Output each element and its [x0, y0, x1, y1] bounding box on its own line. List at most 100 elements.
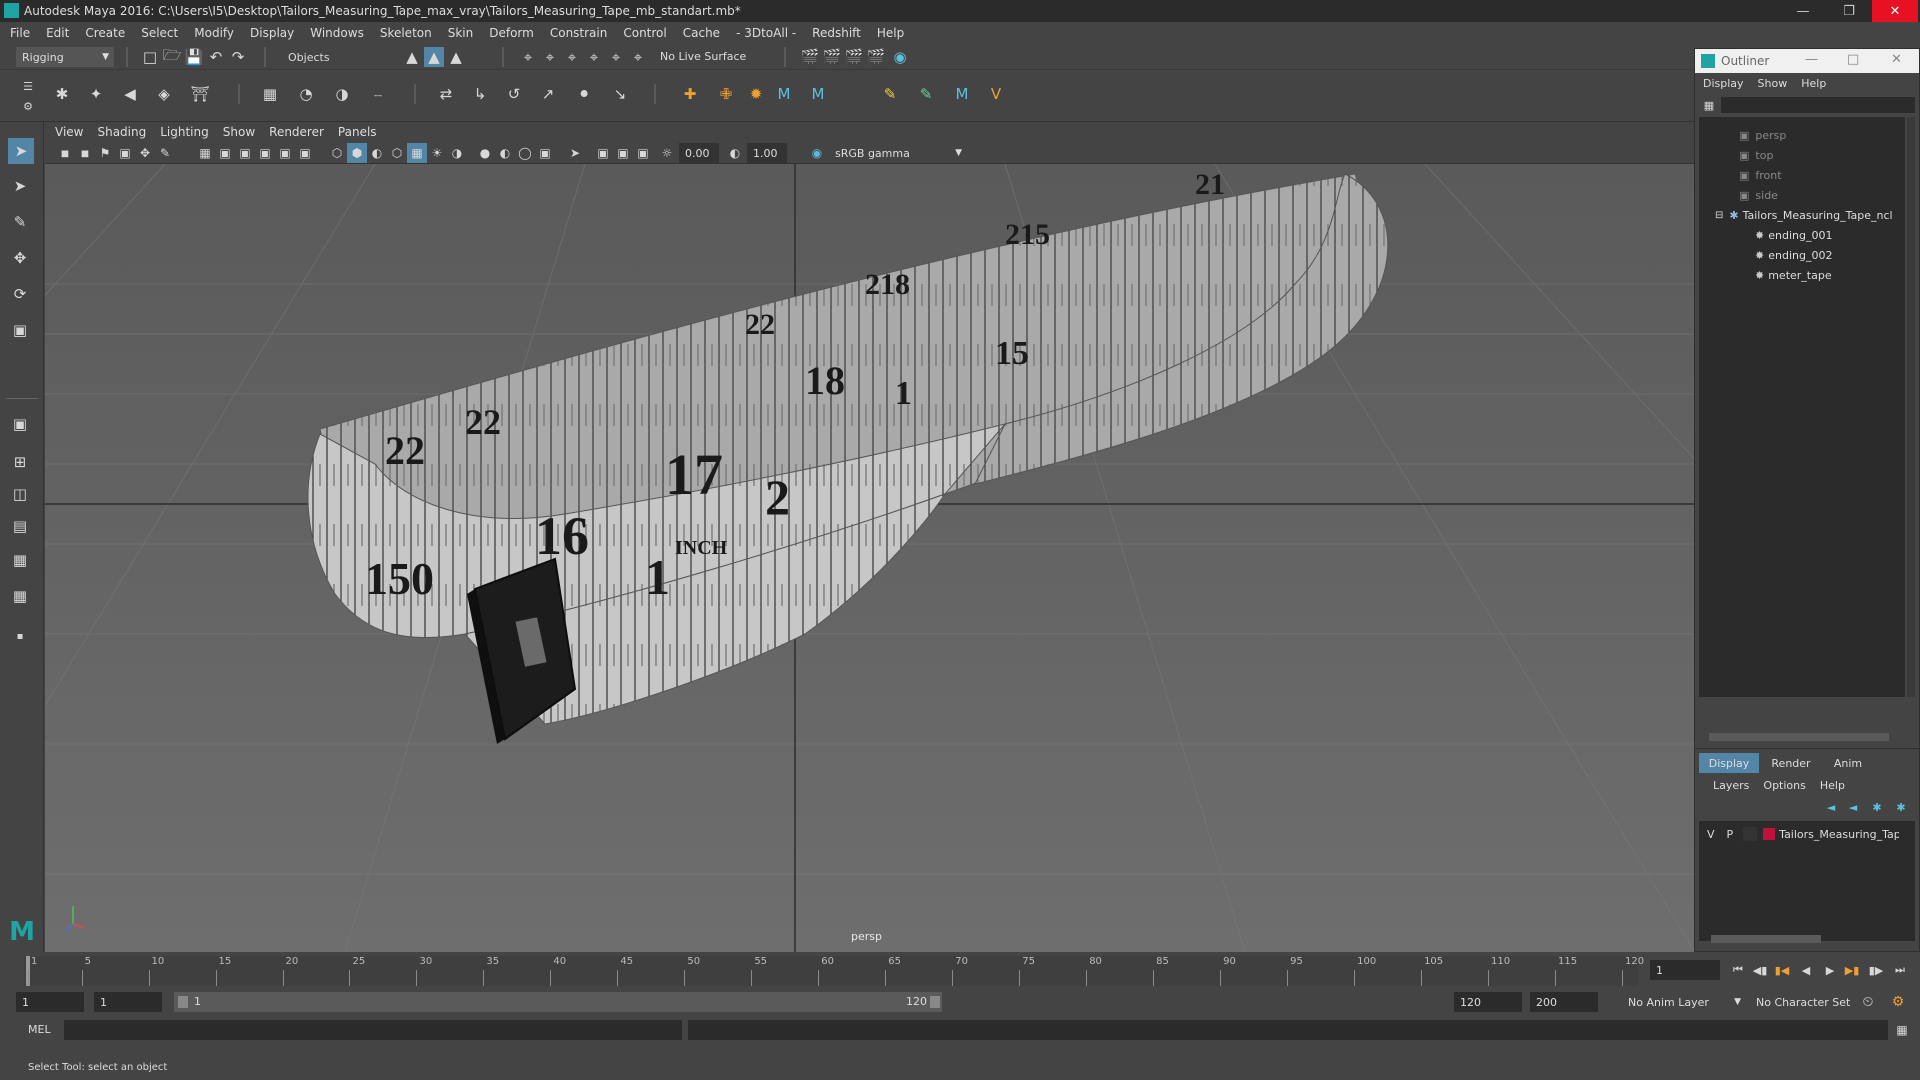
- outliner-menu-show[interactable]: Show: [1758, 77, 1788, 90]
- depth-of-field-icon[interactable]: ▣: [535, 143, 555, 163]
- rigid-bind-icon[interactable]: ⧿: [368, 84, 388, 104]
- layer-tab-display[interactable]: Display: [1699, 753, 1759, 773]
- hypershade-icon[interactable]: ◉: [890, 47, 910, 67]
- mesh-tool-icon[interactable]: M: [952, 84, 972, 104]
- xray-icon[interactable]: ▣: [593, 143, 613, 163]
- ik-spline-icon[interactable]: ◈: [154, 84, 174, 104]
- render-frame-icon[interactable]: 🎬: [822, 47, 842, 67]
- isolate-select-icon[interactable]: ➤: [565, 143, 585, 163]
- select-tool-icon[interactable]: ➤: [8, 138, 34, 164]
- command-input[interactable]: [64, 1020, 682, 1040]
- panel-menu-show[interactable]: Show: [223, 125, 255, 139]
- menu-deform[interactable]: Deform: [489, 26, 534, 40]
- bookmark-icon[interactable]: ⚑: [95, 143, 115, 163]
- undo-icon[interactable]: ↶: [206, 47, 226, 67]
- menu-file[interactable]: File: [10, 26, 30, 40]
- layer-tab-render[interactable]: Render: [1763, 753, 1819, 773]
- cluster-icon[interactable]: ↳: [470, 84, 490, 104]
- outliner-child-meter-tape[interactable]: ✸ meter_tape: [1755, 265, 1832, 285]
- layer-menu-help[interactable]: Help: [1820, 779, 1845, 792]
- move-layer-down-icon[interactable]: ◄: [1843, 797, 1863, 817]
- exposure-field[interactable]: 0.00: [679, 143, 719, 163]
- outliner-menu-help[interactable]: Help: [1801, 77, 1826, 90]
- step-forward-key-icon[interactable]: ▶▮: [1842, 960, 1862, 980]
- rotate-tool-icon[interactable]: ⟳: [10, 284, 30, 304]
- blend-shape-icon[interactable]: ✎: [880, 84, 900, 104]
- step-forward-frame-icon[interactable]: ▮▶: [1866, 960, 1886, 980]
- outliner-close-icon[interactable]: ✕: [1891, 52, 1902, 67]
- layer-menu-options[interactable]: Options: [1763, 779, 1805, 792]
- ambient-occlusion-icon[interactable]: ●: [475, 143, 495, 163]
- minimize-icon[interactable]: —: [1780, 0, 1826, 22]
- go-to-end-icon[interactable]: ⏭: [1890, 960, 1910, 980]
- panel-menu-panels[interactable]: Panels: [338, 125, 377, 139]
- playback-start-field[interactable]: 1: [94, 992, 162, 1012]
- menu-select[interactable]: Select: [141, 26, 178, 40]
- menu-set-dropdown[interactable]: Rigging ▼: [16, 47, 114, 67]
- restore-icon[interactable]: ❐: [1826, 0, 1872, 22]
- joint-tool-icon[interactable]: ✱: [52, 84, 72, 104]
- side-by-side-layout-icon[interactable]: ◫: [10, 484, 30, 504]
- insert-joint-icon[interactable]: ✦: [86, 84, 106, 104]
- outliner-search-input[interactable]: [1721, 97, 1915, 113]
- outliner-filter-icon[interactable]: ▦: [1699, 95, 1719, 115]
- select-object-icon[interactable]: ▲: [424, 47, 444, 67]
- motion-blur-icon[interactable]: ◐: [495, 143, 515, 163]
- layer-type-toggle[interactable]: [1743, 827, 1758, 841]
- grid-toggle-icon[interactable]: ▦: [195, 143, 215, 163]
- 2d-pan-zoom-icon[interactable]: ✥: [135, 143, 155, 163]
- paint-weights-icon[interactable]: ◔: [296, 84, 316, 104]
- open-scene-icon[interactable]: 🗁: [162, 46, 182, 67]
- range-slider-end-handle[interactable]: [930, 996, 940, 1008]
- lattice-icon[interactable]: ⇄: [436, 84, 456, 104]
- layer-visibility-toggle[interactable]: V: [1707, 828, 1715, 841]
- outliner-camera-top[interactable]: ▣ top: [1739, 145, 1773, 165]
- move-tool-icon[interactable]: ✥: [10, 248, 30, 268]
- layer-color-swatch[interactable]: [1763, 828, 1776, 840]
- panel-menu-lighting[interactable]: Lighting: [160, 125, 209, 139]
- pole-vector-icon[interactable]: M: [808, 84, 828, 104]
- range-slider-start-handle[interactable]: [178, 996, 188, 1008]
- view-transform-dropdown[interactable]: sRGB gamma ▼: [829, 143, 967, 163]
- range-slider-track[interactable]: 1 120: [174, 992, 942, 1012]
- perspective-viewport[interactable]: 150 22 16 17 22 22 218 215 21 2 1 INCH 1…: [45, 164, 1695, 952]
- panel-menu-renderer[interactable]: Renderer: [269, 125, 324, 139]
- humanik-icon[interactable]: ⛩: [190, 84, 210, 104]
- scale-tool-icon[interactable]: ▣: [10, 320, 30, 340]
- close-icon[interactable]: ✕: [1872, 0, 1918, 22]
- gate-mask-icon[interactable]: ▣: [255, 143, 275, 163]
- ipr-render-icon[interactable]: 🎬: [844, 47, 864, 67]
- outliner-camera-side[interactable]: ▣ side: [1739, 185, 1778, 205]
- persp-graph-layout-icon[interactable]: ▦: [10, 550, 30, 570]
- single-view-layout-icon[interactable]: ▣: [10, 414, 30, 434]
- selection-mode-dropdown[interactable]: Objects: [282, 47, 382, 67]
- outliner-child-ending-002[interactable]: ✸ ending_002: [1755, 245, 1832, 265]
- wire-icon[interactable]: ↗: [538, 84, 558, 104]
- outliner-minimize-icon[interactable]: —: [1805, 52, 1818, 67]
- anim-layer-dropdown[interactable]: No Anim Layer ▼: [1622, 992, 1746, 1012]
- time-slider[interactable]: 1 5 10 15 20 25 30 35 40 45 50 55 60 65 70 75 80 85 90 95 10…: [0, 952, 1920, 988]
- xray-components-icon[interactable]: ▣: [633, 143, 653, 163]
- current-frame-field[interactable]: 1: [1650, 960, 1720, 980]
- outliner-camera-persp[interactable]: ▣ persp: [1739, 125, 1786, 145]
- anti-alias-icon[interactable]: ◯: [515, 143, 535, 163]
- field-chart-icon[interactable]: ▣: [275, 143, 295, 163]
- go-to-start-icon[interactable]: ⏮: [1728, 960, 1748, 980]
- save-scene-icon[interactable]: 💾: [184, 47, 204, 67]
- vector-tool-icon[interactable]: V: [986, 84, 1006, 104]
- render-view-icon[interactable]: 🎬: [800, 47, 820, 67]
- menu-control[interactable]: Control: [623, 26, 666, 40]
- color-management-icon[interactable]: ◉: [807, 143, 827, 163]
- menu-windows[interactable]: Windows: [310, 26, 364, 40]
- menu-edit[interactable]: Edit: [46, 26, 69, 40]
- hypershade-layout-icon[interactable]: ▦: [10, 586, 30, 606]
- ik-handle-icon[interactable]: ◀: [120, 84, 140, 104]
- four-view-layout-icon[interactable]: ⊞: [10, 452, 30, 472]
- menu-create[interactable]: Create: [85, 26, 125, 40]
- gamma-icon[interactable]: ◐: [725, 143, 745, 163]
- menu-redshift[interactable]: Redshift: [812, 26, 861, 40]
- exposure-icon[interactable]: ☼: [657, 143, 677, 163]
- collapse-icon[interactable]: ⊟: [1715, 210, 1723, 221]
- wireframe-icon[interactable]: ⬡: [327, 143, 347, 163]
- menu-cache[interactable]: Cache: [683, 26, 720, 40]
